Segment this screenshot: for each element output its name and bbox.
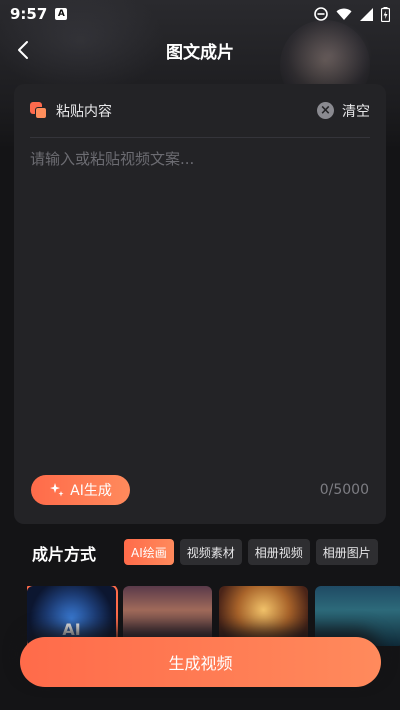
- back-button[interactable]: [12, 38, 36, 62]
- clear-label: 清空: [342, 103, 370, 120]
- tab-album-video[interactable]: 相册视频: [247, 539, 310, 565]
- clear-button[interactable]: × 清空: [317, 101, 370, 121]
- dnd-icon: [314, 7, 328, 21]
- battery-icon: [381, 6, 390, 22]
- close-circle-icon: ×: [317, 102, 334, 119]
- sparkle-icon: [50, 483, 64, 497]
- generate-video-label: 生成视频: [168, 654, 233, 673]
- tab-ai-painting[interactable]: AI绘画: [124, 539, 174, 565]
- generate-video-button[interactable]: 生成视频: [20, 637, 381, 687]
- method-tabs: AI绘画 视频素材 相册视频 相册图片: [124, 539, 400, 565]
- ai-generate-button[interactable]: AI生成: [31, 475, 130, 505]
- notification-a-icon: A: [55, 8, 68, 20]
- script-editor-card: 粘贴内容 × 清空 AI生成 0/5000: [14, 84, 386, 524]
- status-bar: 9:57 A: [0, 0, 400, 28]
- paste-label: 粘贴内容: [56, 103, 112, 120]
- signal-icon: [360, 7, 373, 21]
- wifi-icon: [336, 8, 352, 20]
- status-icons: [314, 6, 390, 22]
- page-title: 图文成片: [166, 42, 234, 63]
- ai-generate-label: AI生成: [70, 483, 112, 499]
- tab-album-image[interactable]: 相册图片: [315, 539, 378, 565]
- character-counter: 0/5000: [319, 482, 369, 498]
- status-time: 9:57: [10, 5, 48, 23]
- script-input[interactable]: [30, 148, 370, 458]
- paste-icon: [30, 101, 48, 120]
- editor-toolbar: 粘贴内容 × 清空: [30, 84, 370, 138]
- tab-video-material[interactable]: 视频素材: [179, 539, 242, 565]
- method-title: 成片方式: [32, 545, 97, 564]
- paste-button[interactable]: 粘贴内容: [30, 101, 112, 121]
- nav-bar: 图文成片: [0, 30, 400, 70]
- chevron-left-icon: [18, 41, 28, 59]
